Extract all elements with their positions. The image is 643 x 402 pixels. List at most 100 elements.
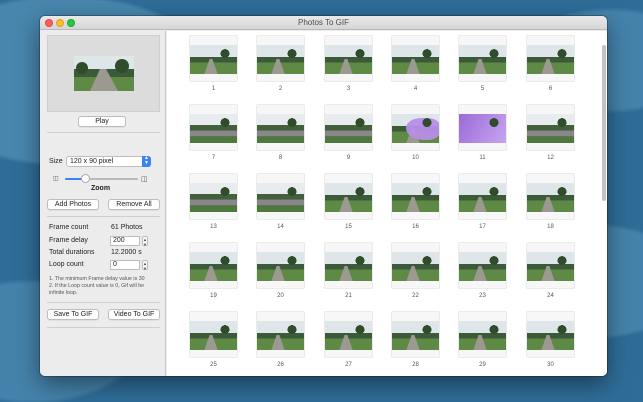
frame-thumbnail[interactable]: 8: [256, 104, 305, 161]
frame-thumbnail[interactable]: 28: [391, 311, 440, 368]
loop-count-stepper[interactable]: ▲ ▼: [142, 260, 148, 271]
frame-number: 25: [210, 362, 217, 368]
frame-image: [190, 114, 237, 143]
frames-grid: 1 2 3 4 5 6 7 8 9 10 11 12 13 14 15 16 17 18 19 20 21 22 23 24 2…: [167, 31, 607, 376]
total-durations-value: 12.2000 s: [111, 249, 142, 256]
frame-thumbnail[interactable]: 17: [458, 173, 507, 230]
frame-thumbnail[interactable]: 14: [256, 173, 305, 230]
frame-number: 14: [277, 224, 284, 230]
zoom-slider-knob[interactable]: [80, 174, 90, 183]
frame-card: [324, 311, 373, 358]
divider: [47, 132, 160, 133]
frame-card: [256, 35, 305, 82]
frame-image: [190, 45, 237, 74]
frame-thumbnail[interactable]: 16: [391, 173, 440, 230]
frame-thumbnail[interactable]: 9: [324, 104, 373, 161]
frame-thumbnail[interactable]: 21: [324, 242, 373, 299]
size-select[interactable]: 120 x 90 pixel ▲ ▼: [66, 156, 151, 167]
frame-image: [527, 45, 574, 74]
add-photos-button[interactable]: Add Photos: [47, 199, 99, 210]
frame-number: 23: [479, 293, 486, 299]
frame-delay-field[interactable]: 200: [110, 236, 140, 246]
frame-image: [392, 114, 439, 143]
frame-number: 12: [547, 155, 554, 161]
frame-image: [190, 321, 237, 350]
frame-thumbnail[interactable]: 6: [526, 35, 575, 92]
frame-number: 24: [547, 293, 554, 299]
frame-thumbnail[interactable]: 26: [256, 311, 305, 368]
frame-thumbnail[interactable]: 29: [458, 311, 507, 368]
frame-thumbnail[interactable]: 11: [458, 104, 507, 161]
frame-card: [526, 242, 575, 289]
frame-card: [189, 173, 238, 220]
frame-card: [526, 104, 575, 151]
divider: [47, 302, 160, 303]
frame-card: [189, 242, 238, 289]
frame-image: [459, 45, 506, 74]
frame-thumbnail[interactable]: 15: [324, 173, 373, 230]
gif-preview: [47, 35, 160, 112]
frame-thumbnail[interactable]: 5: [458, 35, 507, 92]
frame-count-value: 61 Photos: [111, 224, 143, 231]
frame-thumbnail[interactable]: 3: [324, 35, 373, 92]
frame-thumbnail[interactable]: 27: [324, 311, 373, 368]
frame-number: 28: [412, 362, 419, 368]
frame-thumbnail[interactable]: 18: [526, 173, 575, 230]
frame-thumbnail[interactable]: 20: [256, 242, 305, 299]
divider: [47, 327, 160, 328]
zoom-label: Zoom: [91, 185, 111, 192]
play-button[interactable]: Play: [78, 116, 126, 127]
frame-card: [526, 35, 575, 82]
video-to-gif-button[interactable]: Video To GIF: [108, 309, 160, 320]
zoom-in-icon[interactable]: ◫: [141, 175, 148, 183]
frame-thumbnail[interactable]: 30: [526, 311, 575, 368]
frame-card: [391, 173, 440, 220]
frame-thumbnail[interactable]: 22: [391, 242, 440, 299]
frame-thumbnail[interactable]: 2: [256, 35, 305, 92]
frame-thumbnail[interactable]: 23: [458, 242, 507, 299]
frame-number: 8: [278, 155, 283, 161]
frame-thumbnail[interactable]: 4: [391, 35, 440, 92]
frame-card: [256, 242, 305, 289]
frame-image: [459, 114, 506, 143]
remove-all-button[interactable]: Remove All: [108, 199, 160, 210]
save-to-gif-button[interactable]: Save To GIF: [47, 309, 99, 320]
frame-thumbnail[interactable]: 24: [526, 242, 575, 299]
frame-number: 9: [346, 155, 351, 161]
frame-thumbnail[interactable]: 13: [189, 173, 238, 230]
frame-overlay: [406, 118, 439, 140]
frame-thumbnail[interactable]: 7: [189, 104, 238, 161]
frame-image: [459, 183, 506, 212]
frame-thumbnail[interactable]: 12: [526, 104, 575, 161]
frame-card: [324, 242, 373, 289]
frame-card: [189, 35, 238, 82]
frame-number: 16: [412, 224, 419, 230]
frame-number: 27: [345, 362, 352, 368]
total-durations-label: Total durations: [49, 249, 95, 256]
frame-thumbnail[interactable]: 1: [189, 35, 238, 92]
frame-thumbnail[interactable]: 19: [189, 242, 238, 299]
frame-card: [256, 104, 305, 151]
loop-count-field[interactable]: 0: [110, 260, 140, 270]
frame-image: [392, 183, 439, 212]
divider: [47, 216, 160, 217]
frame-number: 3: [346, 86, 351, 92]
frame-image: [527, 114, 574, 143]
size-select-value: 120 x 90 pixel: [70, 158, 114, 165]
frame-number: 20: [277, 293, 284, 299]
frame-delay-stepper[interactable]: ▲ ▼: [142, 236, 148, 247]
frame-card: [324, 173, 373, 220]
frame-image: [257, 45, 304, 74]
vertical-scrollbar[interactable]: [602, 45, 606, 201]
title-bar: Photos To GIF: [40, 16, 607, 30]
frame-number: 21: [345, 293, 352, 299]
frame-number: 18: [547, 224, 554, 230]
frame-count-label: Frame count: [49, 224, 89, 231]
frame-card: [526, 173, 575, 220]
frame-card: [256, 173, 305, 220]
frame-thumbnail[interactable]: 10: [391, 104, 440, 161]
note-line: 1. The minimum Frame delay value is 30: [49, 276, 145, 282]
frame-image: [257, 252, 304, 281]
frame-thumbnail[interactable]: 25: [189, 311, 238, 368]
zoom-out-icon[interactable]: ◫: [53, 175, 59, 182]
